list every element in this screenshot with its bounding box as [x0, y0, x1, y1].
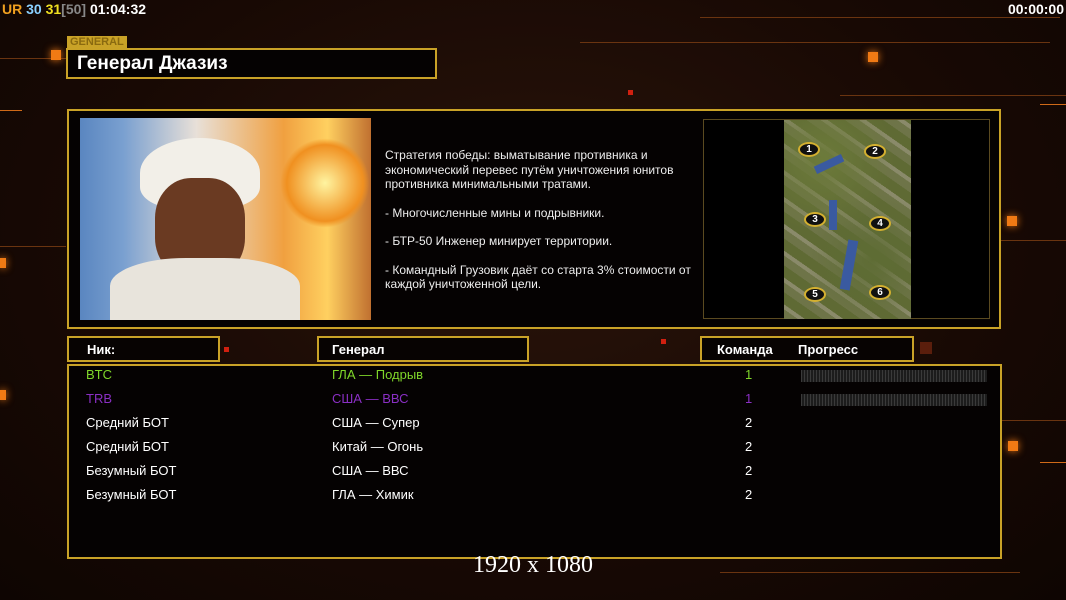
description-point: - Командный Грузовик даёт со старта 3% с…: [385, 262, 691, 292]
start-slot-2[interactable]: 2: [864, 144, 886, 159]
hud-stats: UR 30 31[50] 01:04:32: [2, 1, 146, 17]
header-team: Команда: [717, 342, 773, 357]
general-tag: GENERAL: [67, 36, 127, 48]
player-general[interactable]: США — Супер: [332, 415, 420, 430]
player-list: BTC ГЛА — Подрыв 1 TRB США — ВВС 1 Средний…: [67, 364, 1002, 559]
hud-value-b: 31: [45, 1, 62, 17]
player-nick: Средний БОТ: [86, 415, 169, 430]
description-strategy: Стратегия победы: выматывание противника…: [385, 148, 674, 191]
hud-timer: 00:00:00: [1007, 1, 1064, 17]
player-team[interactable]: 1: [745, 391, 752, 406]
player-row[interactable]: Безумный БОТ ГЛА — Химик 2: [69, 487, 1000, 511]
player-nick: Средний БОТ: [86, 439, 169, 454]
player-team[interactable]: 1: [745, 367, 752, 382]
hud-value-c: [50]: [61, 1, 87, 17]
hud-value-a: 30: [26, 1, 42, 17]
player-general[interactable]: ГЛА — Подрыв: [332, 367, 423, 382]
resolution-label: 1920 x 1080: [473, 552, 593, 578]
player-progress-bar: [801, 370, 987, 382]
player-nick: Безумный БОТ: [86, 487, 177, 502]
description-point: - БТР-50 Инженер минирует территории.: [385, 234, 613, 248]
player-general[interactable]: Китай — Огонь: [332, 439, 423, 454]
header-general: Генерал: [317, 336, 529, 362]
player-team[interactable]: 2: [745, 415, 752, 430]
player-nick: Безумный БОТ: [86, 463, 177, 478]
general-description: Стратегия победы: выматывание противника…: [385, 148, 700, 306]
map-preview-frame: 1 2 3 4 5 6: [703, 119, 990, 319]
start-slot-1[interactable]: 1: [798, 142, 820, 157]
description-point: - Многочисленные мины и подрывники.: [385, 205, 605, 220]
header-progress: Прогресс: [798, 342, 859, 357]
start-slot-5[interactable]: 5: [804, 287, 826, 302]
player-nick: BTC: [86, 367, 112, 382]
header-nick: Ник:: [67, 336, 220, 362]
hud-ur: UR: [2, 1, 23, 17]
general-portrait: [80, 118, 371, 320]
map-preview[interactable]: 1 2 3 4 5 6: [784, 120, 911, 319]
player-general[interactable]: США — ВВС: [332, 391, 409, 406]
start-slot-6[interactable]: 6: [869, 285, 891, 300]
player-progress-bar: [801, 394, 987, 406]
header-team-progress: Команда Прогресс: [700, 336, 914, 362]
hud-game-time: 01:04:32: [89, 1, 147, 17]
start-slot-3[interactable]: 3: [804, 212, 826, 227]
player-row[interactable]: Безумный БОТ США — ВВС 2: [69, 463, 1000, 487]
player-nick: TRB: [86, 391, 112, 406]
player-team[interactable]: 2: [745, 439, 752, 454]
player-row[interactable]: BTC ГЛА — Подрыв 1: [69, 367, 1000, 391]
player-row[interactable]: Средний БОТ США — Супер 2: [69, 415, 1000, 439]
player-general[interactable]: ГЛА — Химик: [332, 487, 414, 502]
start-slot-4[interactable]: 4: [869, 216, 891, 231]
general-title: Генерал Джазиз: [66, 48, 437, 79]
player-row[interactable]: TRB США — ВВС 1: [69, 391, 1000, 415]
player-team[interactable]: 2: [745, 463, 752, 478]
player-general[interactable]: США — ВВС: [332, 463, 409, 478]
player-row[interactable]: Средний БОТ Китай — Огонь 2: [69, 439, 1000, 463]
player-team[interactable]: 2: [745, 487, 752, 502]
